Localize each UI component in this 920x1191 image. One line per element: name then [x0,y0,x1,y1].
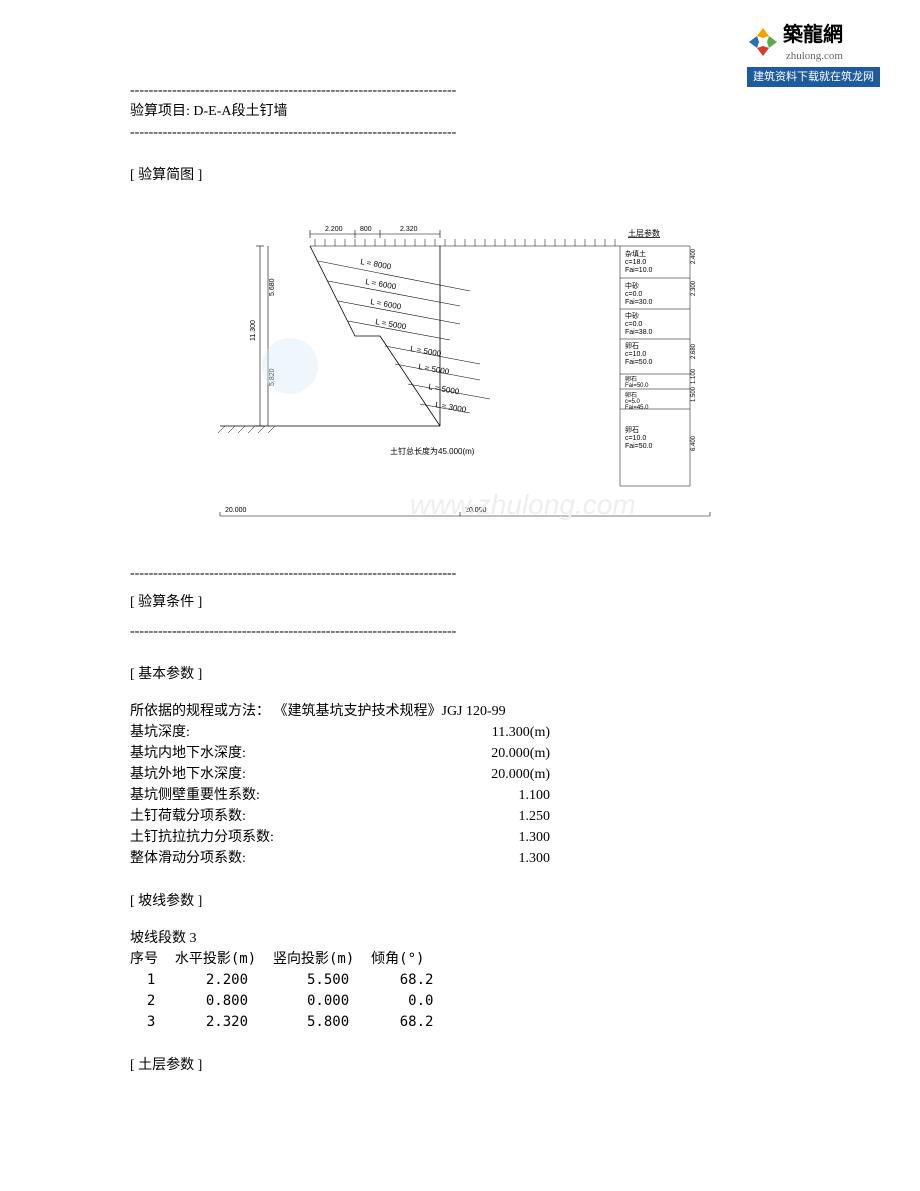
svg-text:L = 5000: L = 5000 [418,362,451,376]
svg-text:2.300: 2.300 [691,280,697,296]
svg-text:www.zhulong.com: www.zhulong.com [410,489,636,520]
svg-text:1.500: 1.500 [691,386,697,402]
logo-icon [747,26,779,58]
param-label: 土钉荷载分项系数: [130,806,450,827]
slope-table-header: 序号 水平投影(m) 竖向投影(m) 倾角(°) [130,949,790,970]
slope-row: 2 0.800 0.000 0.0 [130,991,790,1012]
param-label: 整体滑动分项系数: [130,848,450,869]
section-slope-params-title: [ 坡线参数 ] [130,891,790,912]
svg-text:c=0.0: c=0.0 [625,321,642,328]
svg-text:c=0.0: c=0.0 [625,291,642,298]
param-label: 基坑侧壁重要性系数: [130,785,450,806]
param-value: 1.250 [450,806,550,827]
param-value: 20.000(m) [450,743,550,764]
svg-text:中砂: 中砂 [625,281,639,290]
svg-text:Fai=10.0: Fai=10.0 [625,267,653,274]
section-diagram-title: [ 验算简图 ] [130,165,790,186]
param-row: 整体滑动分项系数:1.300 [130,848,790,869]
param-label: 基坑外地下水深度: [130,764,450,785]
svg-text:1.100: 1.100 [691,368,697,384]
svg-text:Fai=38.0: Fai=38.0 [625,329,653,336]
svg-text:800: 800 [360,226,372,233]
svg-text:L = 8000: L = 8000 [360,257,393,271]
svg-text:L = 5000: L = 5000 [428,382,461,396]
svg-text:土钉总长度为45.000(m): 土钉总长度为45.000(m) [390,446,475,456]
svg-text:5.680: 5.680 [269,278,276,296]
calculation-diagram: 2.200 800 2.320 土层参数 L = 8000 L = 6000 L… [130,206,790,543]
param-label: 土钉抗拉抗力分项系数: [130,827,450,848]
param-value: 20.000(m) [450,764,550,785]
divider: ----------------------------------------… [130,122,790,143]
svg-text:L = 6000: L = 6000 [365,277,398,291]
svg-text:杂填土: 杂填土 [625,249,646,258]
logo-banner: 建筑资料下载就在筑龙网 [747,67,880,88]
svg-text:2.320: 2.320 [400,226,418,233]
svg-text:卵石: 卵石 [625,341,639,350]
svg-text:中砂: 中砂 [625,311,639,320]
svg-text:c=18.0: c=18.0 [625,259,646,266]
param-value: 1.300 [450,848,550,869]
svg-text:L = 3000: L = 3000 [435,400,468,414]
project-name: D-E-A段土钉墙 [193,104,287,119]
param-row: 基坑侧壁重要性系数:1.100 [130,785,790,806]
svg-text:20.000: 20.000 [225,507,247,514]
svg-text:卵石: 卵石 [625,391,637,399]
divider: ----------------------------------------… [130,621,790,642]
svg-text:Fai=50.0: Fai=50.0 [625,359,653,366]
basis-value: 《建筑基坑支护技术规程》JGJ 120-99 [274,704,506,719]
param-label: 基坑内地下水深度: [130,743,450,764]
slope-count: 坡线段数 3 [130,928,790,949]
svg-text:卵石: 卵石 [625,375,637,383]
svg-text:L = 6000: L = 6000 [370,297,403,311]
svg-text:土层参数: 土层参数 [628,228,660,238]
svg-text:L = 5000: L = 5000 [410,344,443,358]
slope-row: 1 2.200 5.500 68.2 [130,970,790,991]
param-label: 基坑深度: [130,722,450,743]
svg-text:Fai=45.0: Fai=45.0 [625,405,649,411]
param-row: 土钉荷载分项系数:1.250 [130,806,790,827]
project-title: 验算项目: D-E-A段土钉墙 [130,101,790,122]
svg-text:6.400: 6.400 [691,435,697,451]
section-conditions-title: [ 验算条件 ] [130,592,790,613]
brand-logo: 築龍網 zhulong.com 建筑资料下载就在筑龙网 [747,20,880,87]
svg-text:Fai=50.0: Fai=50.0 [625,443,653,450]
divider: ----------------------------------------… [130,563,790,584]
svg-text:11.300: 11.300 [250,320,257,341]
slope-table-rows: 1 2.200 5.500 68.2 2 0.800 0.000 0.0 3 2… [130,970,790,1033]
logo-domain-text: zhulong.com [783,48,843,65]
basis-row: 所依据的规程或方法： 《建筑基坑支护技术规程》JGJ 120-99 [130,701,790,722]
svg-text:c=10.0: c=10.0 [625,351,646,358]
svg-text:Fai=30.0: Fai=30.0 [625,299,653,306]
project-label: 验算项目: [130,104,193,119]
svg-text:2.680: 2.680 [691,343,697,359]
svg-text:卵石: 卵石 [625,425,639,434]
slope-row: 3 2.320 5.800 68.2 [130,1012,790,1033]
param-value: 1.100 [450,785,550,806]
svg-text:2.400: 2.400 [691,248,697,264]
svg-text:2.200: 2.200 [325,226,343,233]
param-row: 土钉抗拉抗力分项系数:1.300 [130,827,790,848]
param-row: 基坑深度:11.300(m) [130,722,790,743]
section-soil-params-title: [ 土层参数 ] [130,1055,790,1076]
section-basic-params-title: [ 基本参数 ] [130,664,790,685]
svg-text:c=10.0: c=10.0 [625,435,646,442]
param-row: 基坑内地下水深度:20.000(m) [130,743,790,764]
param-row: 基坑外地下水深度:20.000(m) [130,764,790,785]
divider: ----------------------------------------… [130,80,790,101]
svg-text:Fai=50.0: Fai=50.0 [625,383,649,389]
param-value: 11.300(m) [450,722,550,743]
basic-params-list: 基坑深度:11.300(m)基坑内地下水深度:20.000(m)基坑外地下水深度… [130,722,790,869]
logo-brand-text: 築龍網 [783,20,843,50]
basis-label: 所依据的规程或方法： [130,704,270,719]
param-value: 1.300 [450,827,550,848]
